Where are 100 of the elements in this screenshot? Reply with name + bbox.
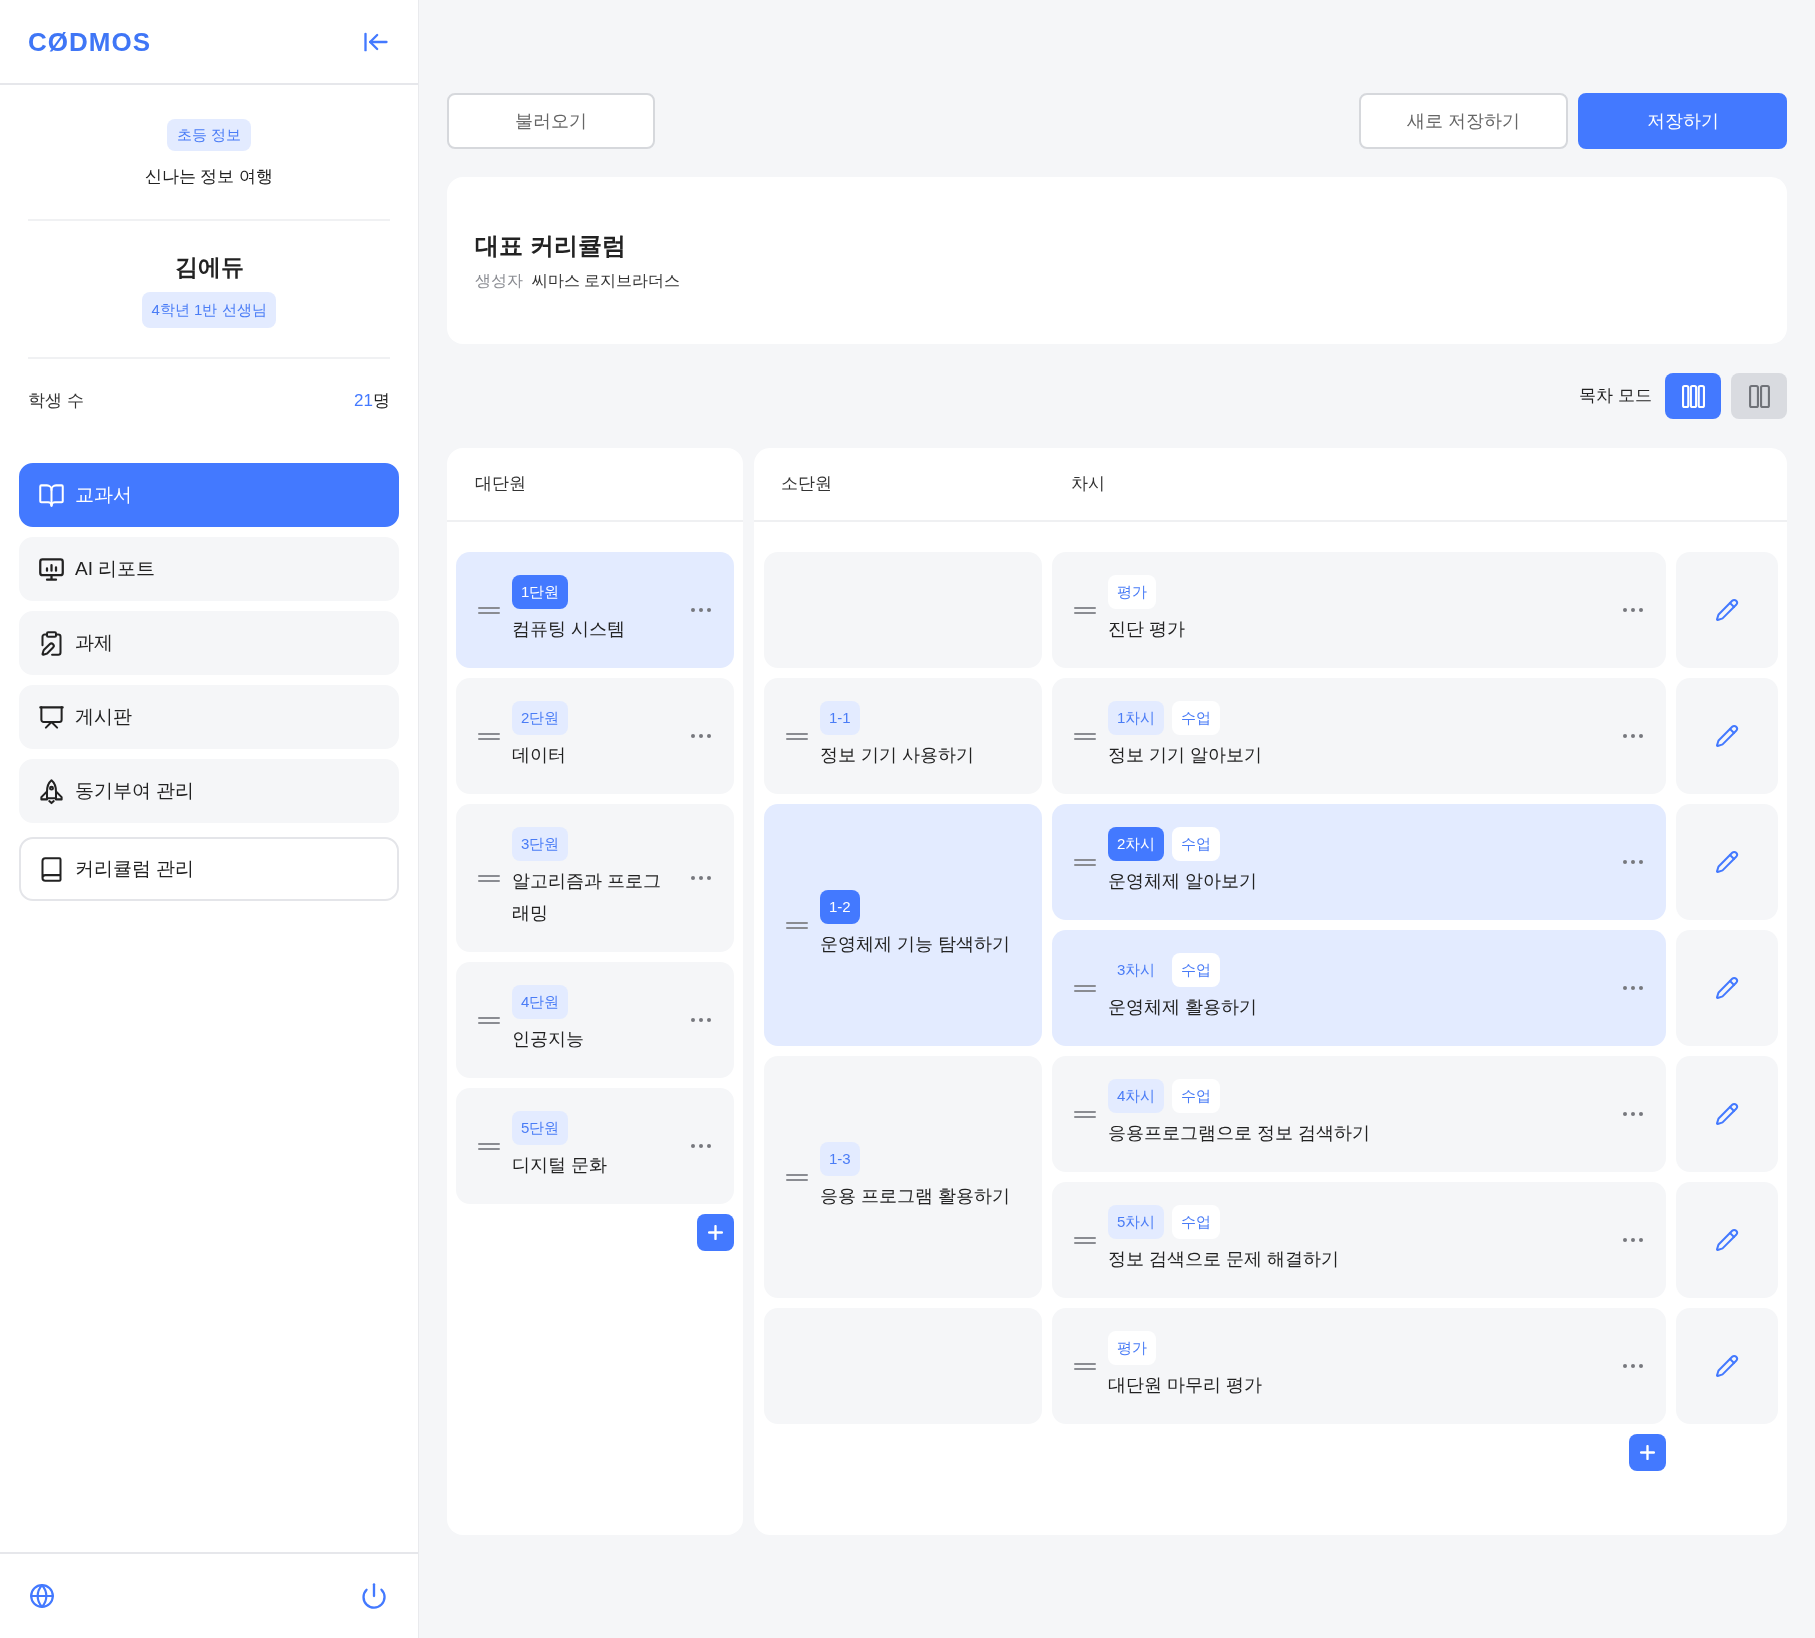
unit-badge: 1단원 [512,575,569,609]
lesson-type-badge: 수업 [1172,1079,1221,1113]
drag-handle-icon[interactable] [478,1142,500,1150]
more-icon[interactable] [691,734,711,738]
student-count-value: 21명 [354,390,390,412]
sidebar-nav-item[interactable]: 동기부여 관리 [19,759,399,823]
more-icon[interactable] [1623,986,1643,990]
logo[interactable]: CØDMOS [28,28,151,55]
unit-title: 디지털 문화 [512,1154,607,1177]
lesson-card[interactable]: 5차시 수업 정보 검색으로 문제 해결하기 [1052,1182,1666,1298]
pencil-icon [1715,850,1739,874]
lesson-type-badge: 수업 [1172,827,1221,861]
more-icon[interactable] [1623,1112,1643,1116]
more-icon[interactable] [1623,860,1643,864]
subunit-badge: 1-1 [820,701,860,735]
save-button[interactable]: 저장하기 [1578,93,1787,149]
unit-badge: 5단원 [512,1111,569,1145]
book-icon [38,855,65,883]
column-header: 대단원 [475,473,526,496]
view-mode-button[interactable] [1731,373,1787,419]
more-icon[interactable] [1623,734,1643,738]
lesson-type-badge: 수업 [1172,1205,1221,1239]
add-button[interactable] [1629,1434,1666,1471]
pencil-icon [1715,1102,1739,1126]
view-mode-button[interactable] [1665,373,1721,419]
lesson-number-badge: 2차시 [1108,827,1165,861]
teacher-name: 김에듀 [174,253,244,282]
drag-handle-icon[interactable] [478,1016,500,1024]
subunit-title: 운영체제 기능 탐색하기 [820,933,1010,956]
sidebar-nav-item[interactable]: AI 리포트 [19,537,399,601]
drag-handle-icon[interactable] [1074,858,1096,866]
lesson-title: 운영체제 활용하기 [1108,996,1257,1019]
sidebar-nav-item[interactable]: 과제 [19,611,399,675]
more-icon[interactable] [691,608,711,612]
drag-handle-icon[interactable] [478,874,500,882]
drag-handle-icon[interactable] [1074,1362,1096,1370]
lesson-title: 대단원 마무리 평가 [1108,1374,1262,1397]
more-icon[interactable] [691,876,711,880]
drag-handle-icon[interactable] [1074,984,1096,992]
unit-badge: 4단원 [512,985,569,1019]
unit-title: 인공지능 [512,1028,584,1051]
subunit-card[interactable]: 1-3 응용 프로그램 활용하기 [764,1056,1042,1298]
save-as-button[interactable]: 새로 저장하기 [1359,93,1568,149]
drag-handle-icon[interactable] [478,606,500,614]
lesson-number-badge: 5차시 [1108,1205,1165,1239]
open-book-icon [38,481,65,509]
drag-handle-icon[interactable] [1074,732,1096,740]
drag-handle-icon[interactable] [786,732,808,740]
unit-card[interactable]: 1단원 컴퓨팅 시스템 [456,552,734,668]
drag-handle-icon[interactable] [1074,606,1096,614]
lesson-title: 응용프로그램으로 정보 검색하기 [1108,1122,1370,1145]
unit-badge: 2단원 [512,701,569,735]
more-icon[interactable] [691,1144,711,1148]
lesson-card[interactable]: 4차시 수업 응용프로그램으로 정보 검색하기 [1052,1056,1666,1172]
clipboard-pen-icon [38,629,65,657]
student-count-label: 학생 수 [28,390,84,412]
lesson-type-badge: 수업 [1172,701,1221,735]
drag-handle-icon[interactable] [786,921,808,929]
sidebar-nav-item[interactable]: 커리큘럼 관리 [19,837,399,901]
lesson-number-badge: 4차시 [1108,1079,1165,1113]
three-columns-icon [1681,384,1705,408]
unit-card[interactable]: 4단원 인공지능 [456,962,734,1078]
unit-card[interactable]: 3단원 알고리즘과 프로그래밍 [456,804,734,952]
lesson-type-badge: 수업 [1172,953,1221,987]
globe-icon[interactable] [29,1583,55,1609]
add-button[interactable] [697,1214,734,1251]
unit-title: 알고리즘과 프로그래밍 [512,870,662,925]
lesson-card[interactable]: 1차시 수업 정보 기기 알아보기 [1052,678,1666,794]
drag-handle-icon[interactable] [478,732,500,740]
column-header: 차시 [1071,473,1105,496]
power-icon[interactable] [360,1582,388,1610]
pencil-icon [1715,598,1739,622]
load-button[interactable]: 불러오기 [447,93,655,149]
lesson-card[interactable]: 평가 대단원 마무리 평가 [1052,1308,1666,1424]
plus-icon [1640,1445,1655,1460]
lesson-title: 정보 기기 알아보기 [1108,744,1262,767]
drag-handle-icon[interactable] [1074,1236,1096,1244]
more-icon[interactable] [1623,1238,1643,1242]
lesson-type-badge: 평가 [1108,1331,1156,1365]
lesson-card[interactable]: 3차시 수업 운영체제 활용하기 [1052,930,1666,1046]
more-icon[interactable] [691,1018,711,1022]
subunit-card[interactable]: 1-2 운영체제 기능 탐색하기 [764,804,1042,1046]
monitor-chart-icon [38,555,65,583]
unit-card[interactable]: 2단원 데이터 [456,678,734,794]
subunit-card[interactable]: 1-1 정보 기기 사용하기 [764,678,1042,794]
pencil-icon [1715,724,1739,748]
teacher-role-badge: 4학년 1반 선생님 [142,292,276,328]
more-icon[interactable] [1623,1364,1643,1368]
rocket-icon [38,777,65,805]
unit-badge: 3단원 [512,827,569,861]
sidebar-nav-item[interactable]: 게시판 [19,685,399,749]
drag-handle-icon[interactable] [1074,1110,1096,1118]
lesson-card[interactable]: 평가 진단 평가 [1052,552,1666,668]
more-icon[interactable] [1623,608,1643,612]
sidebar-nav-item[interactable]: 교과서 [19,463,399,527]
unit-card[interactable]: 5단원 디지털 문화 [456,1088,734,1204]
textbook-title: 신나는 정보 여행 [144,166,274,188]
lesson-card[interactable]: 2차시 수업 운영체제 알아보기 [1052,804,1666,920]
drag-handle-icon[interactable] [786,1173,808,1181]
lesson-type-badge: 평가 [1108,575,1156,609]
